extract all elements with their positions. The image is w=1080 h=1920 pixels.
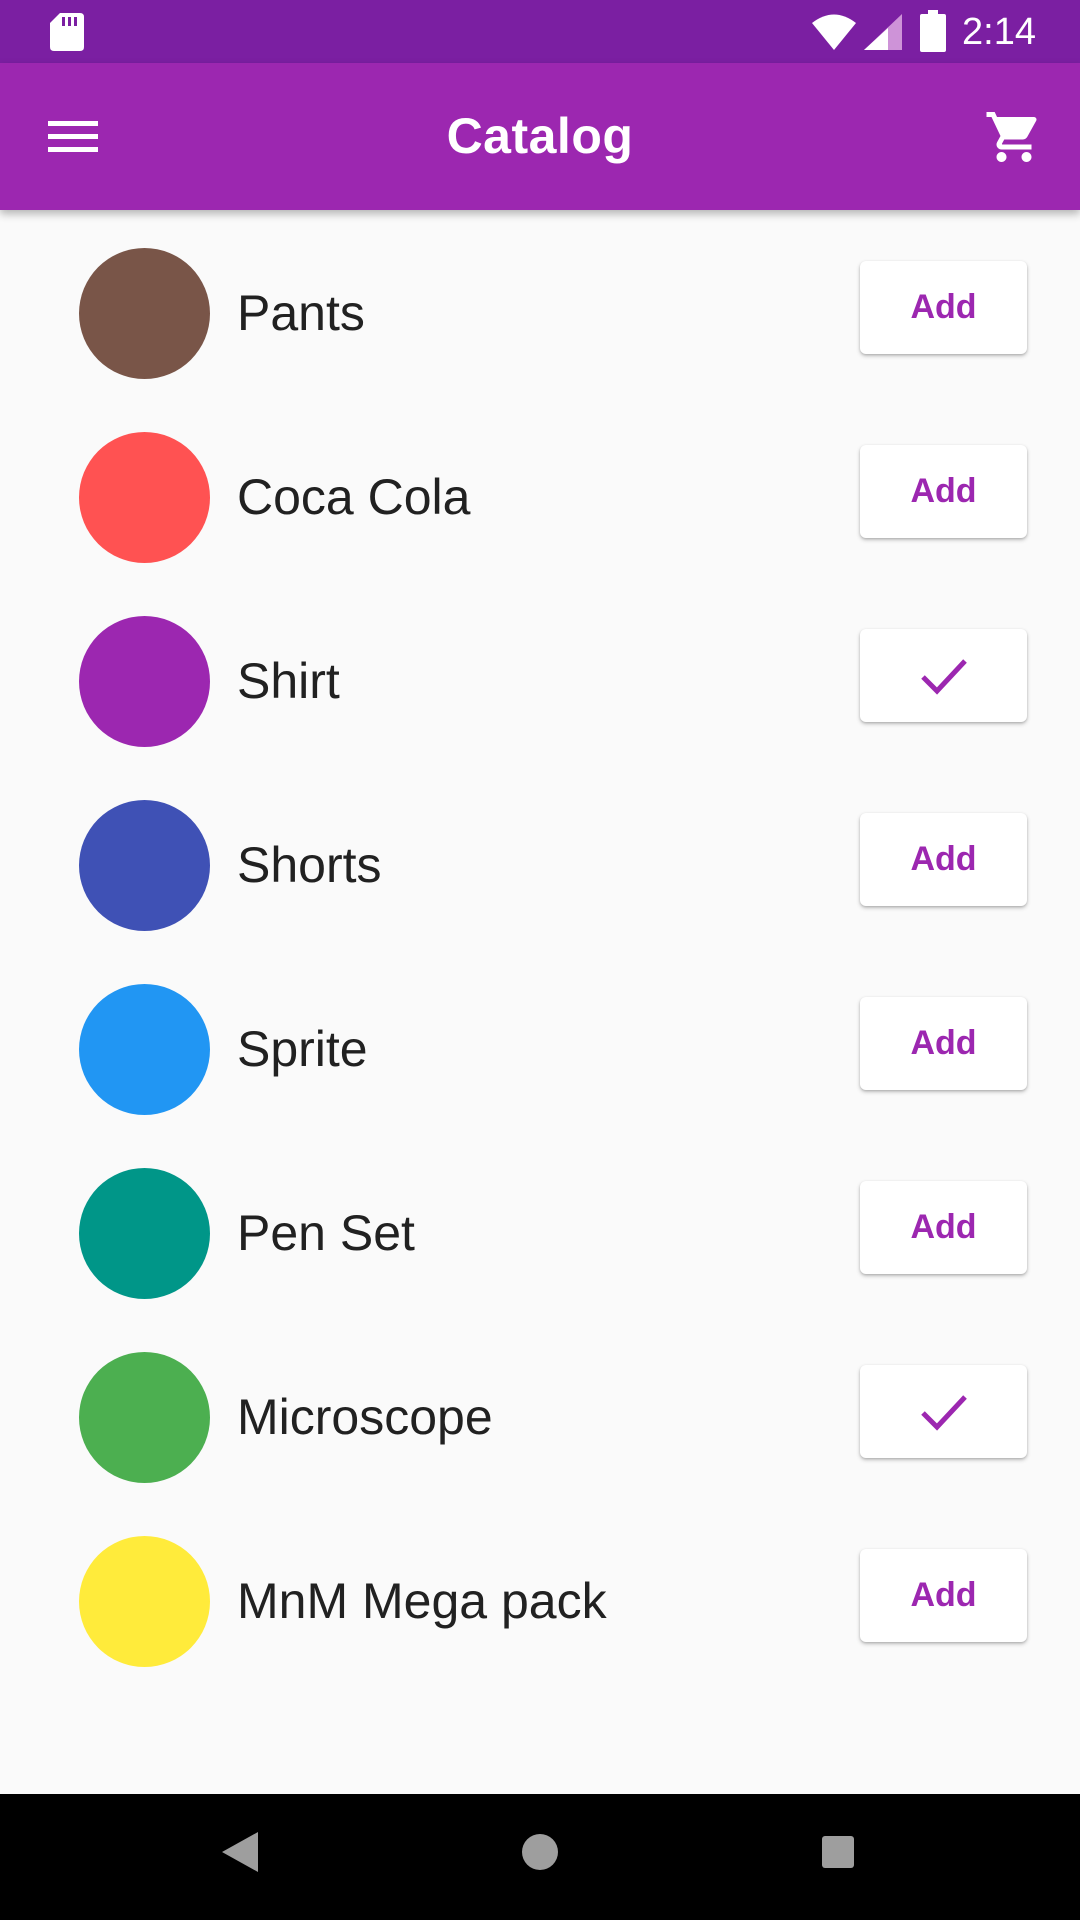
list-item: Microscope [0,1314,1080,1498]
list-item: Coca Cola Add [0,394,1080,578]
add-button-label: Add [910,840,977,878]
item-color-swatch [79,1536,210,1667]
add-button[interactable]: Add [860,813,1027,906]
status-time: 2:14 [962,11,1036,53]
battery-icon [920,10,946,52]
item-color-swatch [79,248,210,379]
wifi-icon [812,14,856,50]
item-name: Pen Set [237,1205,415,1261]
add-button[interactable]: Add [860,1181,1027,1274]
signal-icon [864,14,902,50]
in-cart-button[interactable] [860,1365,1027,1458]
add-button-label: Add [910,1024,977,1062]
list-item: Shirt [0,578,1080,762]
home-icon[interactable] [522,1834,558,1870]
item-color-swatch [79,616,210,747]
add-button-label: Add [910,472,977,510]
item-name: Pants [237,285,365,341]
check-icon [920,1394,967,1431]
list-item: Pants Add [0,210,1080,394]
app-bar: Catalog [0,63,1080,210]
check-icon [920,658,967,695]
back-icon[interactable] [222,1832,258,1872]
list-item: MnM Mega pack Add [0,1498,1080,1682]
sd-card-icon [50,13,84,51]
item-color-swatch [79,800,210,931]
item-color-swatch [79,1352,210,1483]
list-item: Pen Set Add [0,1130,1080,1314]
item-color-swatch [79,984,210,1115]
shopping-cart-icon[interactable] [984,107,1044,167]
add-button-label: Add [910,288,977,326]
item-name: Sprite [237,1021,368,1077]
list-item: Sprite Add [0,946,1080,1130]
item-name: MnM Mega pack [237,1573,607,1629]
item-color-swatch [79,1168,210,1299]
menu-icon[interactable] [40,113,106,161]
list-item: Shorts Add [0,762,1080,946]
item-name: Shirt [237,653,340,709]
add-button[interactable]: Add [860,445,1027,538]
add-button[interactable]: Add [860,997,1027,1090]
add-button[interactable]: Add [860,1549,1027,1642]
status-bar: 2:14 [0,0,1080,63]
navigation-bar [0,1794,1080,1920]
item-name: Microscope [237,1389,493,1445]
page-title: Catalog [446,108,634,164]
item-color-swatch [79,432,210,563]
add-button-label: Add [910,1576,977,1614]
item-name: Coca Cola [237,469,471,525]
add-button-label: Add [910,1208,977,1246]
in-cart-button[interactable] [860,629,1027,722]
recents-icon[interactable] [822,1836,854,1868]
item-name: Shorts [237,837,382,893]
add-button[interactable]: Add [860,261,1027,354]
